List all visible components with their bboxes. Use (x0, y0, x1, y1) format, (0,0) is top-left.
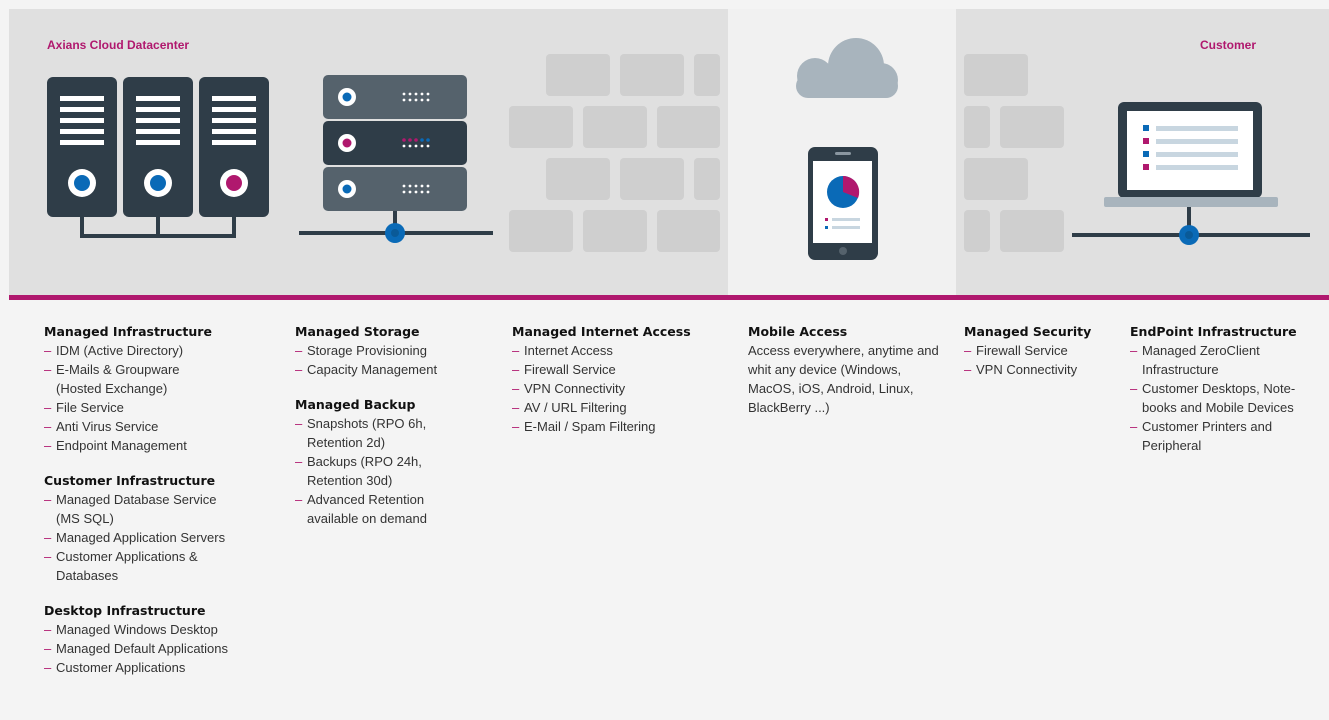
list-item: Endpoint Management (44, 436, 259, 455)
list-item: Storage Provisioning (295, 341, 465, 360)
service-list: Managed Database Service (MS SQL) Manage… (44, 490, 259, 585)
section-title: Mobile Access (748, 324, 848, 339)
list-item: Managed Default Applications (44, 639, 259, 658)
list-item: Anti Virus Service (44, 417, 259, 436)
list-item: Backups (RPO 24h, Retention 30d) (295, 452, 465, 490)
section-title: Managed Infrastructure (44, 324, 212, 339)
list-item: Customer Printers and Peripheral (1130, 417, 1315, 455)
list-item: E-Mails & Groupware (Hosted Exchange) (44, 360, 259, 398)
list-item: Managed Application Servers (44, 528, 259, 547)
column-internet-access: Managed Internet Access Internet Access … (512, 322, 712, 452)
column-infrastructure: Managed Infrastructure IDM (Active Direc… (44, 322, 259, 693)
list-item: Snapshots (RPO 6h, Retention 2d) (295, 414, 465, 452)
cloud-icon (796, 38, 898, 98)
service-list: Managed Windows Desktop Managed Default … (44, 620, 259, 677)
section-title: Managed Internet Access (512, 324, 691, 339)
firewall-wall-icon (509, 54, 720, 252)
list-item-text: Advanced Retention available on demand (307, 492, 427, 526)
list-item-text: Customer Applications & Databases (56, 549, 198, 583)
list-item: Advanced Retention available on demand (295, 490, 465, 528)
section-title: Customer Infrastructure (44, 473, 216, 488)
list-item-text: Managed Database Service (MS SQL) (56, 492, 217, 526)
list-item: Managed Database Service (MS SQL) (44, 490, 259, 528)
list-item-text: Backups (RPO 24h, Retention 30d) (307, 454, 422, 488)
service-list: Internet Access Firewall Service VPN Con… (512, 341, 712, 436)
list-item: Managed Windows Desktop (44, 620, 259, 639)
laptop-icon (1072, 102, 1310, 237)
storage-array-icon (299, 75, 493, 235)
firewall-wall-icon (964, 54, 1064, 252)
column-endpoint: EndPoint Infrastructure Managed ZeroClie… (1130, 322, 1315, 471)
server-rack-icon (47, 77, 269, 238)
service-list: Storage Provisioning Capacity Management (295, 341, 465, 379)
list-item-text: Customer Desktops, Note-books and Mobile… (1142, 381, 1296, 415)
list-item: Customer Desktops, Note-books and Mobile… (1130, 379, 1315, 417)
list-item-text: Managed ZeroClient Infrastructure (1142, 343, 1260, 377)
section-title: EndPoint Infrastructure (1130, 324, 1297, 339)
list-item: Customer Applications (44, 658, 259, 677)
service-list: Managed ZeroClient Infrastructure Custom… (1130, 341, 1315, 455)
section-description: Access everywhere, anytime and whit any … (748, 343, 939, 415)
list-item: IDM (Active Directory) (44, 341, 259, 360)
list-item: Internet Access (512, 341, 712, 360)
list-item: AV / URL Filtering (512, 398, 712, 417)
list-item: Customer Applications & Databases (44, 547, 259, 585)
list-item: Capacity Management (295, 360, 465, 379)
service-list: Firewall Service VPN Connectivity (964, 341, 1104, 379)
service-list: IDM (Active Directory) E-Mails & Groupwa… (44, 341, 259, 455)
list-item: File Service (44, 398, 259, 417)
section-title: Managed Storage (295, 324, 420, 339)
column-storage: Managed Storage Storage Provisioning Cap… (295, 322, 465, 544)
list-item: Managed ZeroClient Infrastructure (1130, 341, 1315, 379)
list-item: E-Mail / Spam Filtering (512, 417, 712, 436)
network-node-icon (385, 223, 405, 243)
column-security: Managed Security Firewall Service VPN Co… (964, 322, 1104, 395)
service-list: Snapshots (RPO 6h, Retention 2d) Backups… (295, 414, 465, 528)
infrastructure-illustration (47, 38, 1310, 260)
smartphone-icon (808, 147, 878, 260)
list-item-text: Snapshots (RPO 6h, Retention 2d) (307, 416, 427, 450)
section-title: Managed Backup (295, 397, 416, 412)
list-item: Firewall Service (512, 360, 712, 379)
list-item: VPN Connectivity (512, 379, 712, 398)
column-mobile-access: Mobile Access Access everywhere, anytime… (748, 322, 943, 417)
list-item: Firewall Service (964, 341, 1104, 360)
section-title: Managed Security (964, 324, 1092, 339)
section-title: Desktop Infrastructure (44, 603, 206, 618)
list-item-text: E-Mails & Groupware (Hosted Exchange) (56, 362, 180, 396)
list-item-text: Customer Printers and Peripheral (1142, 419, 1273, 453)
network-node-icon (1179, 225, 1199, 245)
list-item: VPN Connectivity (964, 360, 1104, 379)
